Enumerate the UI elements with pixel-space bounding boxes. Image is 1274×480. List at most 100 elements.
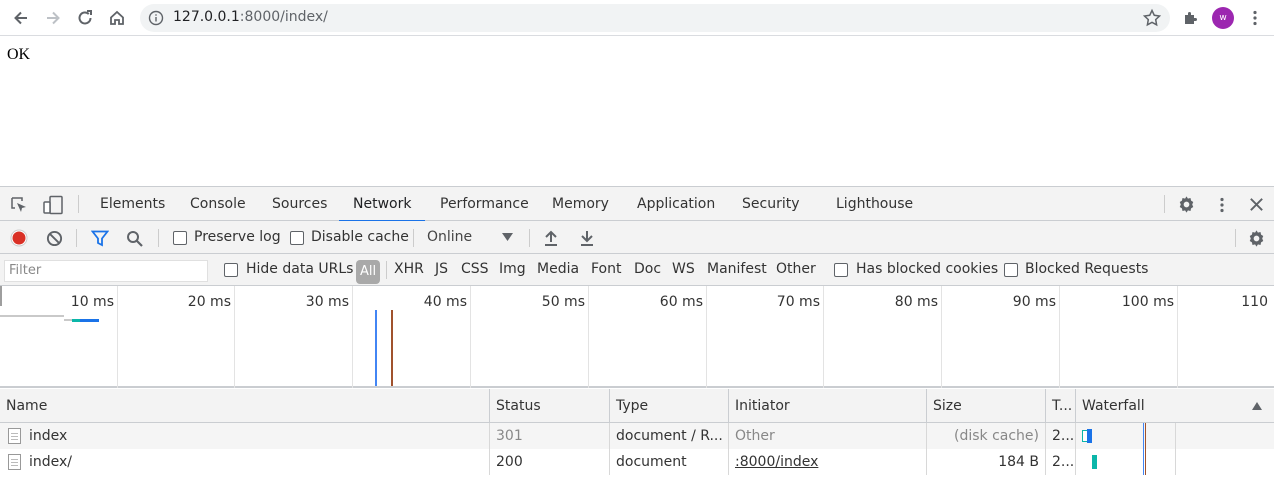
col-initiator[interactable]: Initiator [729, 389, 927, 423]
grid-line [1059, 286, 1060, 388]
blocked-requests-label[interactable]: Blocked Requests [1025, 261, 1148, 277]
tab-network[interactable]: Network [338, 187, 427, 222]
col-size[interactable]: Size [927, 389, 1046, 423]
col-waterfall[interactable]: Waterfall [1076, 389, 1274, 423]
close-devtools-icon[interactable] [1248, 196, 1265, 213]
home-icon [110, 10, 124, 25]
waterfall-dcl-line [1143, 449, 1144, 475]
divider [413, 229, 414, 247]
browser-menu-button[interactable] [1242, 5, 1268, 31]
divider [386, 261, 387, 279]
tab-memory[interactable]: Memory [552, 187, 609, 221]
devtools-tabbar: Elements Console Sources Network Perform… [0, 187, 1274, 222]
browser-toolbar: 127.0.0.1:8000/index/ w [0, 0, 1274, 36]
load-event-line [391, 310, 393, 386]
filter-input[interactable]: Filter [4, 260, 208, 282]
filter-funnel-icon[interactable] [91, 230, 109, 247]
tab-performance[interactable]: Performance [440, 187, 529, 221]
cell-waterfall [1076, 449, 1176, 475]
blocked-requests-checkbox[interactable] [1004, 263, 1018, 277]
settings-gear-icon[interactable] [1177, 195, 1196, 214]
back-button[interactable] [8, 5, 34, 31]
tab-application[interactable]: Application [637, 187, 715, 221]
document-icon [8, 454, 21, 470]
overview-handle[interactable] [0, 286, 2, 306]
tab-security[interactable]: Security [742, 187, 800, 221]
profile-avatar[interactable]: w [1212, 7, 1234, 29]
waterfall-bar [1094, 455, 1097, 469]
bookmark-star-icon[interactable] [1142, 8, 1162, 28]
inspect-element-icon[interactable] [10, 196, 28, 214]
preserve-log-checkbox[interactable] [173, 231, 187, 245]
type-filter-ws[interactable]: WS [672, 261, 695, 277]
address-bar[interactable]: 127.0.0.1:8000/index/ [140, 4, 1170, 32]
requests-table: Name Status Type Initiator Size T... Wat… [0, 389, 1274, 480]
url-text[interactable]: 127.0.0.1:8000/index/ [173, 9, 328, 25]
tab-elements[interactable]: Elements [100, 187, 165, 221]
table-row[interactable]: index/ 200 document :8000/index 184 B 2.… [0, 449, 1274, 475]
timeline-tick: 100 ms [1121, 294, 1174, 310]
cell-initiator: Other [729, 423, 927, 449]
home-button[interactable] [104, 5, 130, 31]
sort-ascending-icon[interactable] [1252, 402, 1262, 410]
timeline-tick: 30 ms [305, 294, 349, 310]
disable-cache-label[interactable]: Disable cache [311, 229, 409, 245]
type-filter-font[interactable]: Font [591, 261, 621, 277]
search-icon[interactable] [126, 230, 144, 248]
divider [1164, 195, 1165, 213]
device-toolbar-icon[interactable] [42, 195, 64, 215]
cell-name[interactable]: index [0, 423, 490, 449]
timeline-tick: 60 ms [659, 294, 703, 310]
hide-data-urls-checkbox[interactable] [224, 263, 238, 277]
type-filter-doc[interactable]: Doc [634, 261, 661, 277]
record-icon[interactable] [10, 229, 28, 247]
divider [158, 229, 159, 247]
reload-button[interactable] [72, 5, 98, 31]
extensions-button[interactable] [1178, 5, 1204, 31]
tab-sources[interactable]: Sources [272, 187, 327, 221]
col-time[interactable]: T... [1046, 389, 1076, 423]
type-filter-manifest[interactable]: Manifest [707, 261, 767, 277]
col-status[interactable]: Status [490, 389, 610, 423]
type-filter-all[interactable]: All [356, 260, 380, 284]
import-har-icon[interactable] [543, 229, 559, 247]
has-blocked-cookies-label[interactable]: Has blocked cookies [856, 261, 998, 277]
tab-console[interactable]: Console [190, 187, 246, 221]
waterfall-dcl-line [1143, 423, 1144, 449]
disable-cache-checkbox[interactable] [290, 231, 304, 245]
cell-size: (disk cache) [927, 423, 1046, 449]
type-filter-media[interactable]: Media [537, 261, 579, 277]
tab-lighthouse[interactable]: Lighthouse [836, 187, 913, 221]
cell-time: 2... [1046, 423, 1076, 449]
type-filter-img[interactable]: Img [499, 261, 526, 277]
export-har-icon[interactable] [579, 229, 595, 247]
kebab-menu-icon [1253, 10, 1257, 26]
hide-data-urls-label[interactable]: Hide data URLs [246, 261, 353, 277]
devtools-menu-icon[interactable] [1213, 196, 1231, 214]
divider [1235, 229, 1236, 247]
type-filter-js[interactable]: JS [435, 261, 448, 277]
grid-line [234, 286, 235, 388]
cell-time: 2... [1046, 449, 1076, 475]
info-icon[interactable] [148, 10, 164, 26]
timeline-overview[interactable]: 10 ms 20 ms 30 ms 40 ms 50 ms 60 ms 70 m… [0, 286, 1274, 388]
initiator-link[interactable]: :8000/index [729, 449, 927, 475]
cell-name[interactable]: index/ [0, 449, 490, 475]
type-filter-xhr[interactable]: XHR [394, 261, 424, 277]
cell-status: 200 [490, 449, 610, 475]
type-filter-css[interactable]: CSS [461, 261, 489, 277]
devtools-panel: Elements Console Sources Network Perform… [0, 186, 1274, 480]
chevron-down-icon[interactable] [502, 233, 513, 241]
table-row[interactable]: index 301 document / R... Other (disk ca… [0, 423, 1274, 449]
network-toolbar: Preserve log Disable cache Online [0, 221, 1274, 254]
document-icon [8, 428, 21, 444]
clear-icon[interactable] [46, 230, 63, 247]
has-blocked-cookies-checkbox[interactable] [834, 263, 848, 277]
col-type[interactable]: Type [610, 389, 729, 423]
preserve-log-label[interactable]: Preserve log [194, 229, 281, 245]
col-name[interactable]: Name [0, 389, 490, 423]
type-filter-other[interactable]: Other [776, 261, 816, 277]
network-settings-gear-icon[interactable] [1247, 229, 1266, 248]
throttling-select[interactable]: Online [427, 229, 472, 245]
forward-button[interactable] [40, 5, 66, 31]
